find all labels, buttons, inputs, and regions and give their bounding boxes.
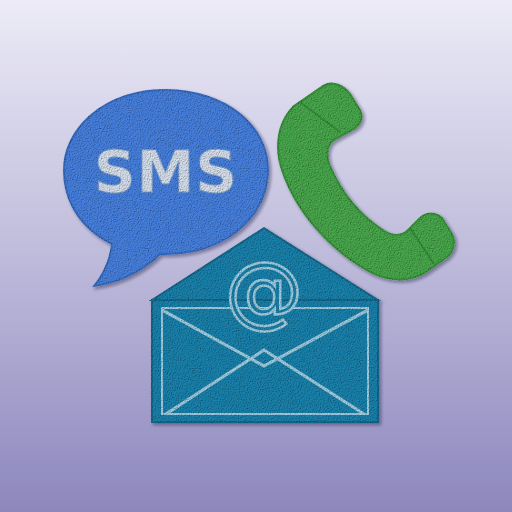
sms-label: SMS xyxy=(94,138,238,206)
phone-handset-icon xyxy=(277,82,455,281)
email-envelope-icon: @ xyxy=(148,226,382,423)
phone-handset-shape xyxy=(277,82,455,281)
at-symbol: @ xyxy=(225,247,303,337)
app-icon: SMS @ xyxy=(0,0,512,512)
icon-artwork: SMS @ xyxy=(62,82,455,423)
